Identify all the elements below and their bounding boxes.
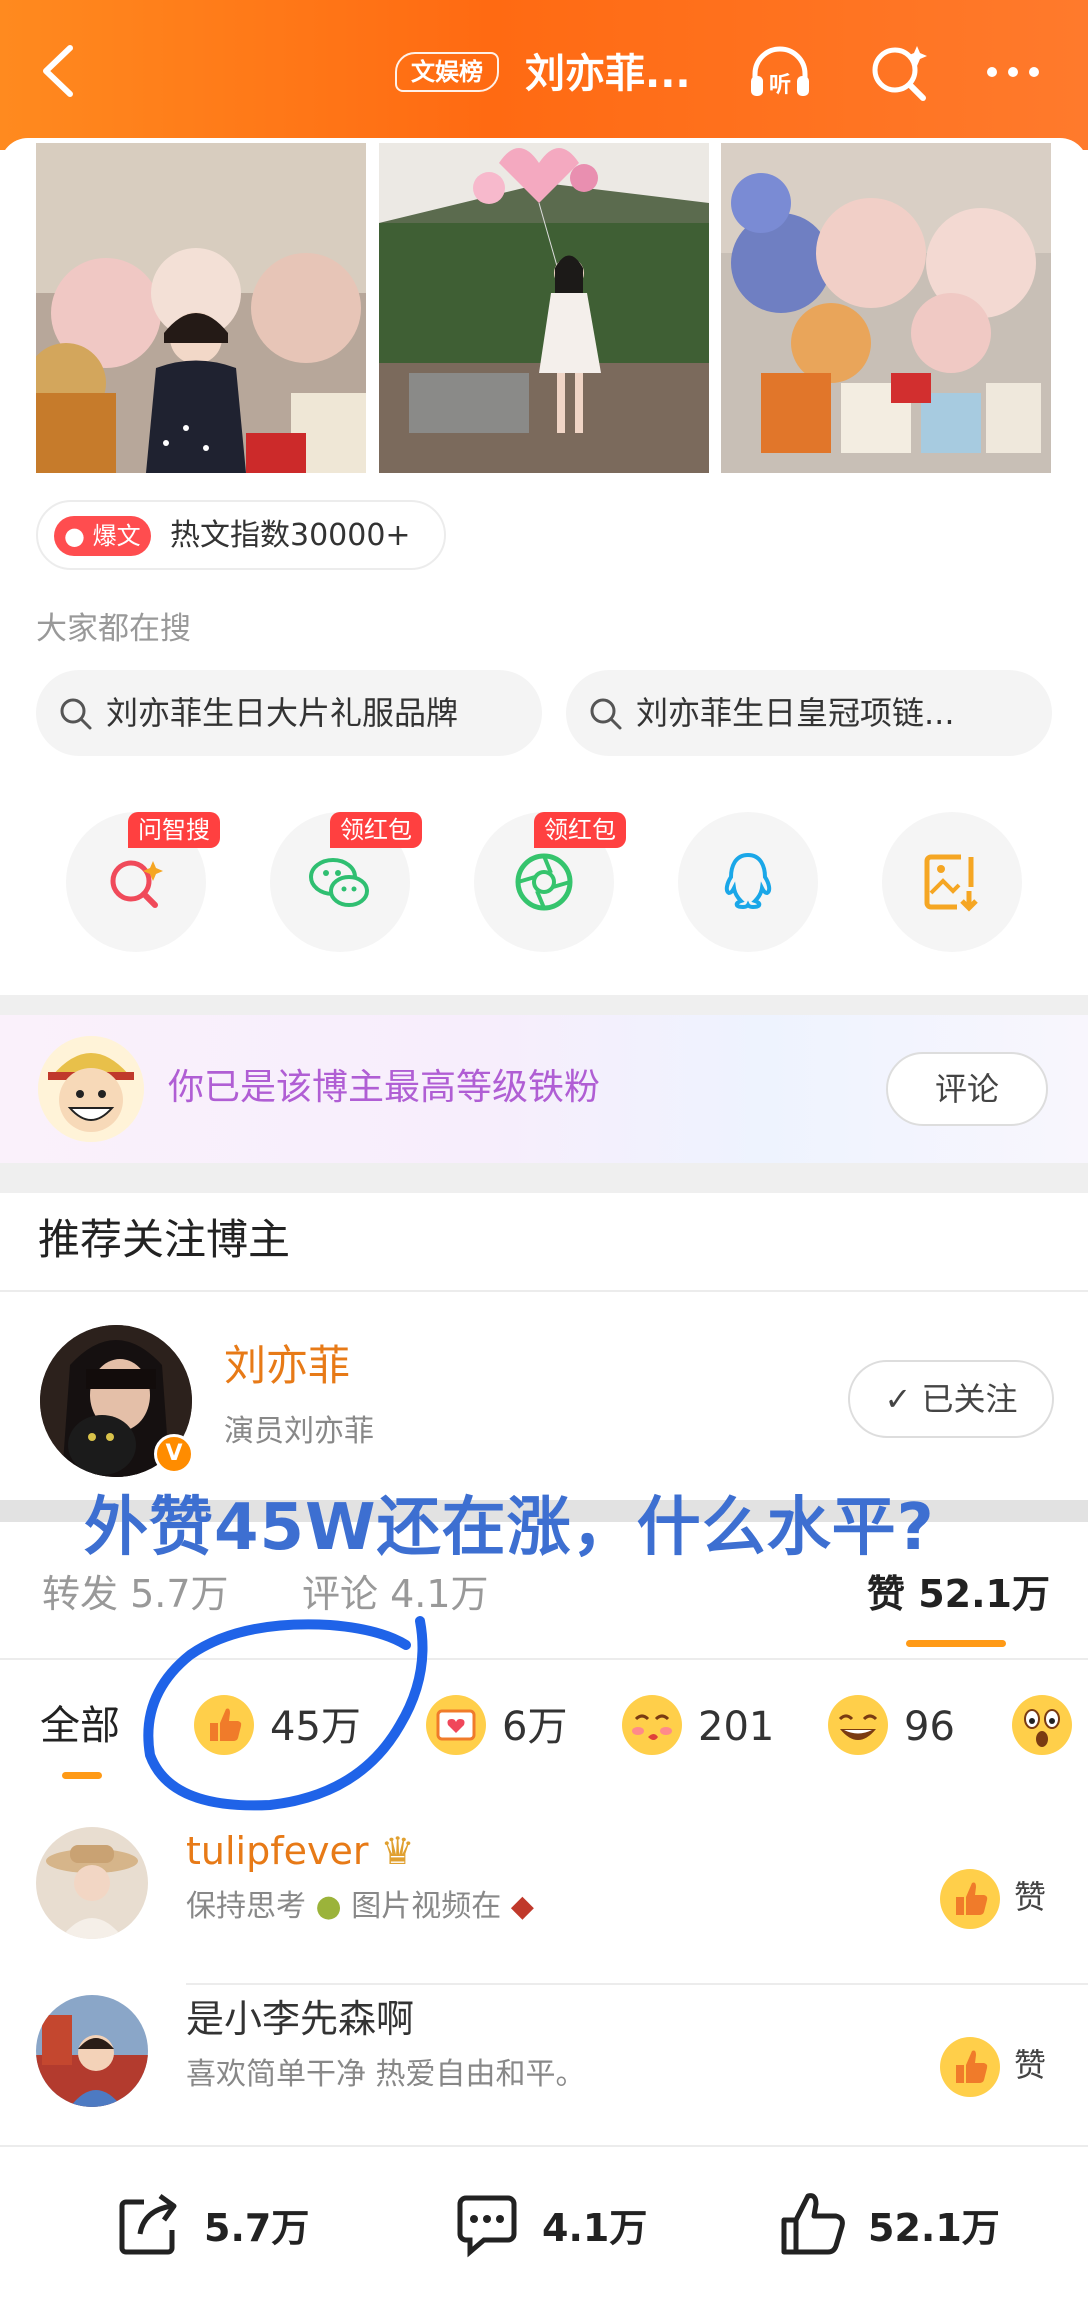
user-desc-a: 保持思考 bbox=[186, 1889, 306, 1924]
repost-label: 转发 bbox=[42, 1572, 119, 1616]
more-icon[interactable] bbox=[978, 40, 1048, 104]
reaction-count: 96 bbox=[904, 1704, 955, 1750]
qq-icon bbox=[724, 852, 772, 910]
reaction-tab-all[interactable]: 全部 bbox=[40, 1698, 120, 1754]
post-photo-2[interactable] bbox=[379, 143, 709, 473]
vip-crown-icon: ♛ bbox=[380, 1829, 415, 1873]
back-icon[interactable] bbox=[30, 36, 90, 106]
like-bar-button[interactable]: 52.1万 bbox=[776, 2188, 1006, 2268]
active-tab-indicator bbox=[62, 1772, 102, 1779]
user-avatar[interactable] bbox=[38, 1036, 144, 1142]
share-tag-moments: 领红包 bbox=[534, 812, 626, 848]
reaction-tab-surprised[interactable] bbox=[1010, 1693, 1080, 1759]
reaction-count: 201 bbox=[698, 1704, 775, 1750]
share-tag-wechat: 领红包 bbox=[330, 812, 422, 848]
repost-count: 5.7万 bbox=[204, 2206, 310, 2250]
user-name[interactable]: 是小李先森啊 bbox=[186, 1993, 414, 2045]
follow-button[interactable]: ✓ 已关注 bbox=[848, 1360, 1054, 1438]
headphones-icon[interactable]: 听 bbox=[745, 40, 815, 104]
post-photo-3[interactable] bbox=[721, 143, 1051, 473]
overlay-caption: 外赞45W还在涨，什么水平? bbox=[84, 1491, 935, 1565]
thumbs-up-icon[interactable] bbox=[938, 2035, 1002, 2099]
likes-label: 赞 bbox=[866, 1572, 905, 1616]
active-tab-indicator bbox=[906, 1640, 1006, 1647]
hot-tag-label: 爆文 bbox=[92, 522, 141, 550]
section-gap bbox=[0, 995, 1088, 1015]
hot-index-pill[interactable]: ● 爆文 热文指数30000+ bbox=[36, 500, 446, 570]
search-chip-2[interactable]: 刘亦菲生日皇冠项链... bbox=[566, 670, 1052, 756]
hot-index-text: 热文指数30000+ bbox=[170, 518, 411, 553]
search-chip-1[interactable]: 刘亦菲生日大片礼服品牌 bbox=[36, 670, 542, 756]
fan-level-text: 你已是该博主最高等级铁粉 bbox=[168, 1067, 601, 1108]
search-chip-label: 刘亦菲生日皇冠项链... bbox=[636, 694, 955, 732]
user-name-text: tulipfever bbox=[186, 1829, 369, 1873]
qq-share-button[interactable] bbox=[678, 812, 818, 952]
save-image-icon bbox=[924, 854, 978, 912]
share-arrow-icon bbox=[119, 2193, 177, 2255]
verified-badge-icon: V bbox=[154, 1434, 194, 1474]
flame-icon: ● bbox=[64, 522, 85, 550]
kiss-emoji-icon bbox=[622, 1695, 682, 1755]
reaction-tab-laugh[interactable]: 96 bbox=[826, 1693, 966, 1759]
save-image-button[interactable] bbox=[882, 812, 1022, 952]
reaction-tab-kiss[interactable]: 201 bbox=[620, 1693, 780, 1759]
list-item[interactable]: 是小李先森啊 喜欢简单干净 热爱自由和平。 赞 bbox=[0, 1983, 1088, 2151]
share-tag-ai: 问智搜 bbox=[128, 812, 220, 848]
search-chip-label: 刘亦菲生日大片礼服品牌 bbox=[106, 694, 459, 732]
blogger-desc: 演员刘亦菲 bbox=[224, 1414, 374, 1449]
likes-count: 52.1万 bbox=[918, 1572, 1050, 1616]
laughing-emoji-icon bbox=[828, 1695, 888, 1755]
user-desc-a: 喜欢简单干净 bbox=[186, 2057, 366, 2092]
sweet-potato-emoji-icon: ◆ bbox=[510, 1889, 534, 1924]
divider bbox=[0, 1290, 1088, 1292]
tab-likes[interactable]: 赞 52.1万 bbox=[867, 1566, 1050, 1622]
hand-drawn-circle-annotation bbox=[143, 1616, 428, 1811]
moments-icon bbox=[515, 853, 573, 911]
comment-bubble-icon bbox=[457, 2195, 517, 2258]
ai-search-icon bbox=[110, 860, 163, 908]
surprised-emoji-icon bbox=[1012, 1695, 1072, 1755]
thumbs-up-icon[interactable] bbox=[938, 1867, 1002, 1931]
user-desc: 保持思考 ● 图片视频在 ◆ bbox=[186, 1885, 534, 1929]
like-count: 52.1万 bbox=[868, 2206, 1000, 2250]
user-desc-b: 热爱自由和平。 bbox=[375, 2057, 586, 2092]
search-icon[interactable] bbox=[865, 40, 935, 104]
pear-emoji-icon: ● bbox=[315, 1889, 342, 1924]
comment-bar-button[interactable]: 4.1万 bbox=[450, 2188, 650, 2268]
thumbs-up-icon bbox=[781, 2193, 845, 2255]
blogger-name[interactable]: 刘亦菲 bbox=[224, 1336, 350, 1396]
recommend-title: 推荐关注博主 bbox=[38, 1215, 291, 1264]
check-icon: ✓ bbox=[884, 1380, 912, 1418]
comment-count: 4.1万 bbox=[542, 2206, 648, 2250]
like-label[interactable]: 赞 bbox=[1014, 2041, 1046, 2089]
section-gap bbox=[0, 1163, 1088, 1193]
hot-tag: ● 爆文 bbox=[54, 516, 151, 556]
follow-label: 已关注 bbox=[921, 1380, 1018, 1418]
list-item[interactable]: tulipfever ♛ 保持思考 ● 图片视频在 ◆ 赞 bbox=[0, 1815, 1088, 1983]
everyone-search-heading: 大家都在搜 bbox=[36, 611, 191, 647]
page-title: 刘亦菲... bbox=[525, 51, 691, 97]
user-desc-b: 图片视频在 bbox=[351, 1889, 502, 1924]
ranking-badge[interactable]: 文娱榜 bbox=[395, 52, 499, 92]
reaction-count: 6万 bbox=[502, 1704, 568, 1750]
user-name[interactable]: tulipfever ♛ bbox=[186, 1825, 415, 1877]
user-desc: 喜欢简单干净 热爱自由和平。 bbox=[186, 2053, 586, 2097]
like-label[interactable]: 赞 bbox=[1014, 1873, 1046, 1921]
user-avatar[interactable] bbox=[36, 1827, 148, 1939]
comment-button[interactable]: 评论 bbox=[886, 1052, 1048, 1126]
repost-button[interactable]: 5.7万 bbox=[112, 2188, 312, 2268]
search-icon bbox=[590, 698, 622, 730]
user-avatar[interactable] bbox=[36, 1995, 148, 2107]
wechat-icon bbox=[309, 858, 369, 907]
search-icon bbox=[60, 698, 92, 730]
svg-text:听: 听 bbox=[769, 73, 791, 98]
post-photo-1[interactable] bbox=[36, 143, 366, 473]
